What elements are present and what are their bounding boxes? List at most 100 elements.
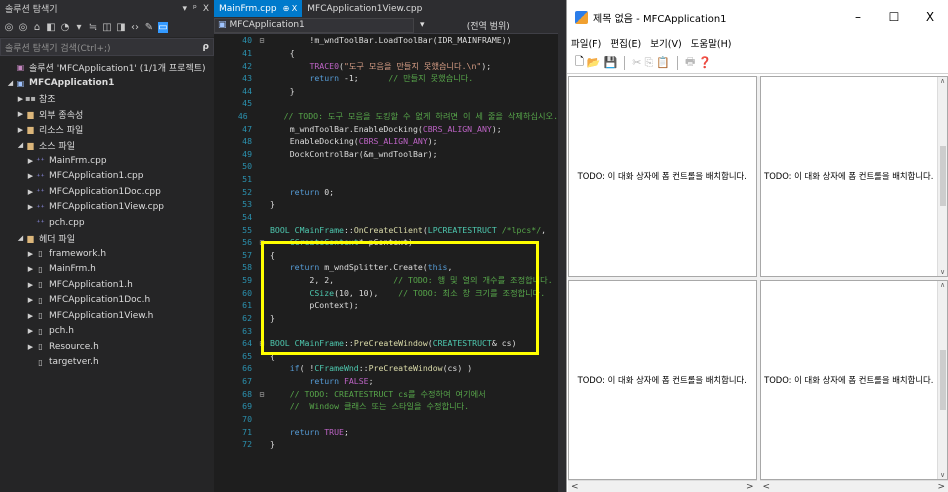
code-line[interactable]: 53}	[214, 198, 558, 211]
tree-item[interactable]: ▶ ▪▪ 참조	[0, 91, 214, 107]
expand-arrow-icon[interactable]: ▶	[26, 203, 35, 211]
code-line[interactable]: 63	[214, 324, 558, 337]
scroll-up-icon[interactable]: ∧	[940, 77, 945, 85]
toolbar-icon-0[interactable]: ◎	[4, 22, 14, 33]
code-line[interactable]: 61 pContext);	[214, 299, 558, 312]
tree-item[interactable]: ◢ ▆ 헤더 파일	[0, 231, 214, 247]
collapse-icon[interactable]: ⊟	[254, 237, 270, 247]
scroll-down-icon[interactable]: ∨	[940, 268, 945, 276]
toolbar-icon-3[interactable]: ◧	[46, 22, 56, 33]
tree-item[interactable]: ▶ ▯ MFCApplication1View.h	[0, 308, 214, 324]
scroll-up-icon[interactable]: ∧	[940, 281, 945, 289]
editor-tab[interactable]: MainFrm.cpp ⊕ X	[214, 0, 303, 17]
tree-item[interactable]: ▶ ▯ Resource.h	[0, 339, 214, 355]
panel-pin-icon[interactable]: ᵖ	[193, 4, 197, 14]
expand-arrow-icon[interactable]: ▶	[26, 343, 35, 351]
code-line[interactable]: 45	[214, 97, 558, 110]
tree-item[interactable]: ▶ ▯ pch.h	[0, 324, 214, 340]
expand-arrow-icon[interactable]: ▶	[26, 327, 35, 335]
code-line[interactable]: 49 DockControlBar(&m_wndToolBar);	[214, 148, 558, 161]
horizontal-scrollbar[interactable]: < >	[759, 480, 948, 492]
code-line[interactable]: 48 EnableDocking(CBRS_ALIGN_ANY);	[214, 135, 558, 148]
code-line[interactable]: 72}	[214, 438, 558, 451]
scroll-thumb[interactable]	[939, 146, 946, 207]
collapse-icon[interactable]: ⊟	[254, 35, 270, 45]
code-line[interactable]: 56 ⊟ CCreateContext* pContext)	[214, 236, 558, 249]
code-line[interactable]: 50	[214, 160, 558, 173]
expand-arrow-icon[interactable]: ▶	[26, 188, 35, 196]
search-icon[interactable]: ρ	[203, 42, 209, 52]
toolbar-icon-10[interactable]: ✎	[144, 22, 154, 33]
maximize-button[interactable]: ☐	[876, 10, 912, 24]
view-pane[interactable]: TODO: 이 대화 상자에 폼 컨트롤을 배치합니다. ∧ ∨	[759, 279, 948, 480]
view-pane[interactable]: TODO: 이 대화 상자에 폼 컨트롤을 배치합니다.	[568, 76, 757, 277]
menu-item[interactable]: 편집(E)	[610, 36, 641, 50]
code-line[interactable]: 51	[214, 173, 558, 186]
panel-close-icon[interactable]: X	[203, 4, 209, 14]
toolbar-icon-9[interactable]: ‹›	[130, 22, 140, 33]
toolbar-icon-4[interactable]: ◔	[60, 22, 70, 33]
code-line[interactable]: 68 ⊟ // TODO: CREATESTRUCT cs를 수정하여 여기에서	[214, 387, 558, 400]
expand-arrow-icon[interactable]: ▶	[16, 110, 25, 118]
menu-item[interactable]: 도움말(H)	[691, 36, 732, 50]
collapse-icon[interactable]: ⊟	[254, 389, 270, 399]
code-line[interactable]: 46 // TODO: 도구 모음을 도킹할 수 없게 하려면 이 세 줄을 삭…	[214, 110, 558, 123]
new-file-icon[interactable]: 🗋	[575, 53, 584, 72]
code-line[interactable]: 62}	[214, 312, 558, 325]
expand-arrow-icon[interactable]: ▶	[26, 265, 35, 273]
minimize-button[interactable]: –	[840, 10, 876, 24]
code-line[interactable]: 69 // Window 클래스 또는 스타일을 수정합니다.	[214, 400, 558, 413]
scope-dropdown[interactable]: ▾ (전역 범위)	[414, 18, 558, 33]
vertical-scrollbar[interactable]: ∧ ∨	[937, 280, 947, 479]
tab-close-icon[interactable]: ⊕ X	[283, 4, 298, 13]
code-line[interactable]: 67 return FALSE;	[214, 375, 558, 388]
collapse-icon[interactable]: ⊟	[254, 338, 270, 348]
scroll-left-icon[interactable]: <	[571, 482, 579, 492]
horizontal-scrollbar[interactable]: < >	[568, 480, 757, 492]
expand-arrow-icon[interactable]: ▶	[26, 172, 35, 180]
tree-item[interactable]: ◢ ▆ 소스 파일	[0, 138, 214, 154]
tree-item[interactable]: ▶ ▆ 리소스 파일	[0, 122, 214, 138]
tree-item[interactable]: ◢ ▣ MFCApplication1	[0, 76, 214, 92]
search-input[interactable]: 솔루션 탐색기 검색(Ctrl+;)	[5, 41, 111, 54]
open-folder-icon[interactable]: 📂	[587, 56, 601, 69]
code-line[interactable]: 59 2, 2, // TODO: 행 및 열의 개수를 조정합니다.	[214, 274, 558, 287]
code-line[interactable]: 70	[214, 413, 558, 426]
toolbar-icon-8[interactable]: ◨	[116, 22, 126, 33]
code-line[interactable]: 41 {	[214, 47, 558, 60]
vertical-scrollbar[interactable]: ∧ ∨	[937, 77, 947, 276]
solution-explorer-search[interactable]: 솔루션 탐색기 검색(Ctrl+;) ρ	[0, 38, 214, 56]
tree-item[interactable]: ▯ targetver.h	[0, 355, 214, 371]
close-button[interactable]: X	[912, 10, 948, 24]
code-line[interactable]: 40 ⊟ !m_wndToolBar.LoadToolBar(IDR_MAINFR…	[214, 34, 558, 47]
code-line[interactable]: 54	[214, 211, 558, 224]
toolbar-icon-11[interactable]: ▭	[158, 21, 168, 33]
expand-arrow-icon[interactable]: ▶	[16, 95, 25, 103]
code-line[interactable]: 57 {	[214, 249, 558, 262]
code-line[interactable]: 60 CSize(10, 10), // TODO: 최소 창 크기를 조정합니…	[214, 286, 558, 299]
panel-dropdown-icon[interactable]: ▾	[182, 4, 187, 14]
scroll-left-icon[interactable]: <	[763, 482, 771, 492]
code-line[interactable]: 64 ⊟ BOOL CMainFrame::PreCreateWindow(CREA…	[214, 337, 558, 350]
expand-arrow-icon[interactable]: ▶	[26, 157, 35, 165]
expand-arrow-icon[interactable]: ▶	[26, 250, 35, 258]
scroll-down-icon[interactable]: ∨	[940, 471, 945, 479]
scroll-right-icon[interactable]: >	[746, 482, 754, 492]
scroll-thumb[interactable]	[939, 349, 946, 410]
menu-item[interactable]: 보기(V)	[650, 36, 681, 50]
code-line[interactable]: 58 return m_wndSplitter.Create(this,	[214, 261, 558, 274]
expand-arrow-icon[interactable]: ◢	[16, 141, 25, 149]
expand-arrow-icon[interactable]: ◢	[6, 79, 15, 87]
tree-item[interactable]: ▶ ▯ MainFrm.h	[0, 262, 214, 278]
expand-arrow-icon[interactable]: ▶	[16, 126, 25, 134]
code-line[interactable]: 44 }	[214, 84, 558, 97]
tree-item[interactable]: ▶ ▯ MFCApplication1Doc.h	[0, 293, 214, 309]
code-line[interactable]: 47 m_wndToolBar.EnableDocking(CBRS_ALIGN…	[214, 122, 558, 135]
toolbar-icon-6[interactable]: ≒	[88, 22, 98, 33]
tree-item[interactable]: ▣ 솔루션 'MFCApplication1' (1/1개 프로젝트)	[0, 60, 214, 76]
copy-icon[interactable]: ⎘	[644, 56, 653, 70]
tree-item[interactable]: ▶ ⁺⁺ MFCApplication1.cpp	[0, 169, 214, 185]
tree-item[interactable]: ▶ ⁺⁺ MainFrm.cpp	[0, 153, 214, 169]
code-line[interactable]: 65 {	[214, 350, 558, 363]
paste-icon[interactable]: 📋	[656, 56, 670, 69]
